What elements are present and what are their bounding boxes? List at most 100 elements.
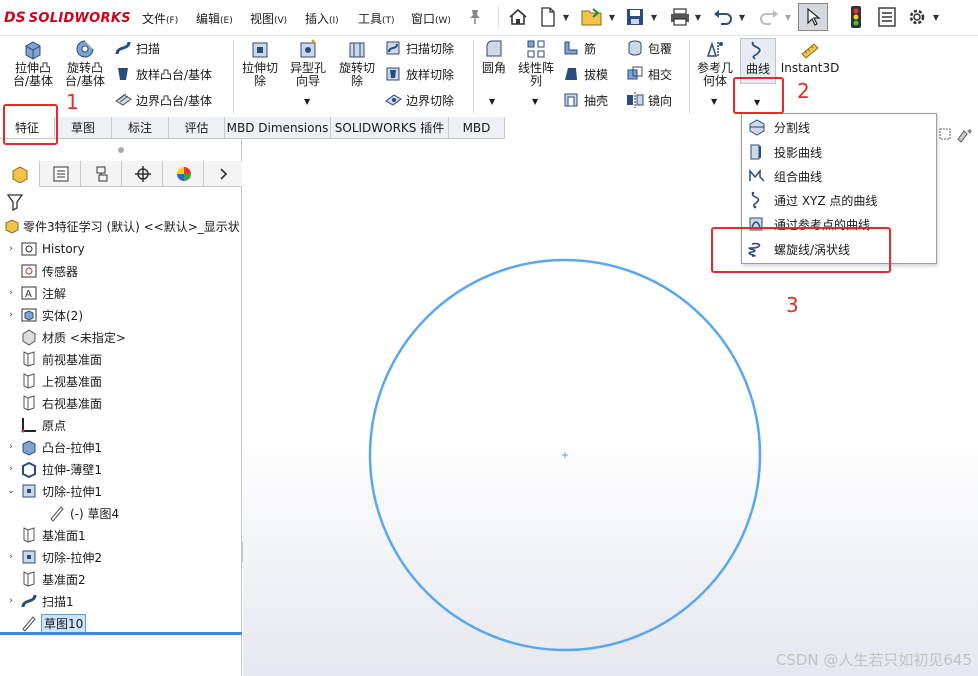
revolve-boss-button[interactable]: 旋转凸台/基体 — [62, 38, 108, 88]
view-tool-icon[interactable] — [956, 127, 974, 143]
open-icon[interactable] — [580, 6, 606, 28]
save-icon[interactable] — [624, 6, 646, 28]
sweep-cut-button[interactable]: 扫描切除 — [384, 38, 454, 58]
dimxpert-manager-tab[interactable] — [123, 161, 163, 187]
filter-icon[interactable] — [6, 193, 24, 211]
menu-view[interactable]: 视图(V) — [250, 10, 287, 27]
select-icon[interactable] — [798, 3, 828, 31]
loft-boss-button[interactable]: 放样凸台/基体 — [114, 64, 212, 84]
mirror-button[interactable]: 镜向 — [626, 90, 672, 110]
intersect-button[interactable]: 相交 — [626, 64, 672, 84]
save-dropdown-caret[interactable]: ▼ — [648, 6, 660, 28]
tree-item[interactable]: › 扫描1 — [6, 591, 73, 611]
tree-item[interactable]: › 凸台-拉伸1 — [6, 437, 102, 457]
loft-cut-button[interactable]: 放样切除 — [384, 64, 454, 84]
traffic-light-icon[interactable] — [846, 6, 866, 28]
hole-wizard-caret[interactable]: ▼ — [304, 97, 310, 106]
zoom-to-fit-icon[interactable] — [938, 127, 952, 141]
property-manager-tab[interactable] — [41, 161, 81, 187]
tree-item[interactable]: › A 注解 — [6, 283, 66, 303]
tree-expand-toggle[interactable]: › — [6, 244, 16, 254]
wrap-button[interactable]: 包覆 — [626, 38, 672, 58]
options-dropdown-caret[interactable]: ▼ — [930, 6, 942, 28]
redo-dropdown-caret[interactable]: ▼ — [782, 6, 794, 28]
hole-wizard-button[interactable]: 异型孔向导 — [286, 38, 330, 88]
tree-item[interactable]: 基准面1 — [6, 525, 86, 545]
menu-tools[interactable]: 工具(T) — [358, 10, 395, 27]
tab-sketch[interactable]: 草图 — [55, 117, 112, 138]
feature-manager-tab[interactable] — [0, 161, 40, 187]
menu-item-composite-curve[interactable]: 组合曲线 — [748, 165, 822, 187]
tree-item[interactable]: 草图10 — [6, 613, 87, 633]
linear-pattern-caret[interactable]: ▼ — [532, 97, 538, 106]
shell-button[interactable]: 抽壳 — [562, 90, 608, 110]
print-dropdown-caret[interactable]: ▼ — [692, 6, 704, 28]
linear-pattern-button[interactable]: 线性阵列 — [514, 38, 558, 88]
tree-item[interactable]: 材质 <未指定> — [6, 327, 126, 347]
tree-expand-toggle[interactable]: › — [6, 464, 16, 474]
menu-insert[interactable]: 插入(I) — [305, 10, 339, 27]
options-gear-icon[interactable] — [906, 6, 928, 28]
menu-item-projected-curve[interactable]: 投影曲线 — [748, 141, 822, 163]
boundary-cut-button[interactable]: 边界切除 — [384, 90, 454, 110]
menu-item-curve-through-xyz[interactable]: 通过 XYZ 点的曲线 — [748, 189, 877, 211]
tree-item[interactable]: 上视基准面 — [6, 371, 102, 391]
configuration-manager-tab[interactable] — [82, 161, 122, 187]
menu-edit[interactable]: 编辑(E) — [196, 10, 233, 27]
new-document-icon[interactable] — [538, 6, 558, 28]
circle-center-point[interactable] — [562, 452, 568, 458]
tree-item[interactable]: 原点 — [6, 415, 66, 435]
pin-icon[interactable] — [466, 6, 484, 28]
revolve-cut-button[interactable]: 旋转切除 — [334, 38, 380, 88]
menu-item-split-line[interactable]: 分割线 — [748, 116, 810, 138]
tree-item[interactable]: (-) 草图4 — [34, 503, 119, 523]
tree-item[interactable]: 基准面2 — [6, 569, 86, 589]
reference-geometry-caret[interactable]: ▼ — [711, 97, 717, 106]
instant3d-button[interactable]: Instant3D — [781, 38, 839, 75]
tree-expand-toggle[interactable]: › — [6, 288, 16, 298]
tree-item[interactable]: › 拉伸-薄壁1 — [6, 459, 102, 479]
tree-expand-toggle[interactable]: › — [6, 310, 16, 320]
tab-mbd[interactable]: MBD — [449, 117, 505, 138]
tree-root-part[interactable]: 零件3特征学习 (默认) <<默认>_显示状 — [4, 217, 242, 235]
menu-window[interactable]: 窗口(W) — [411, 10, 451, 27]
boundary-boss-button[interactable]: 边界凸台/基体 — [114, 90, 212, 110]
menu-file[interactable]: 文件(F) — [142, 10, 178, 27]
tree-item[interactable]: › History — [6, 239, 85, 259]
tab-evaluate[interactable]: 评估 — [169, 117, 225, 138]
tree-expand-toggle[interactable]: › — [6, 552, 16, 562]
tab-markup[interactable]: 标注 — [112, 117, 169, 138]
tree-rollback-bar[interactable] — [0, 632, 242, 635]
panel-grip-handle[interactable] — [118, 147, 124, 153]
undo-dropdown-caret[interactable]: ▼ — [736, 6, 748, 28]
tree-item[interactable]: › 切除-拉伸2 — [6, 547, 102, 567]
extrude-cut-button[interactable]: 拉伸切除 — [238, 38, 282, 88]
file-properties-icon[interactable] — [876, 6, 898, 28]
fillet-caret[interactable]: ▼ — [489, 97, 495, 106]
tree-expand-toggle[interactable]: › — [6, 596, 16, 606]
tree-item[interactable]: › 实体(2) — [6, 305, 83, 325]
extrude-boss-button[interactable]: 拉伸凸台/基体 — [10, 38, 56, 88]
tree-expand-toggle[interactable]: ⌄ — [6, 486, 16, 496]
display-manager-tab[interactable] — [164, 161, 204, 187]
solidworks-logo[interactable]: DS SOLIDWORKS — [4, 8, 131, 28]
home-icon[interactable] — [506, 6, 530, 28]
panel-tabs-more[interactable] — [205, 161, 242, 187]
print-icon[interactable] — [668, 6, 692, 28]
tree-item[interactable]: 前视基准面 — [6, 349, 102, 369]
sweep-button[interactable]: 扫描 — [114, 38, 160, 58]
rib-button[interactable]: 筋 — [562, 38, 596, 58]
tab-mbd-dimensions[interactable]: MBD Dimensions — [225, 117, 331, 138]
tree-expand-toggle[interactable]: › — [6, 442, 16, 452]
redo-icon[interactable] — [758, 6, 780, 28]
tab-solidworks-addins[interactable]: SOLIDWORKS 插件 — [331, 117, 449, 138]
tree-item[interactable]: 右视基准面 — [6, 393, 102, 413]
undo-icon[interactable] — [712, 6, 734, 28]
tree-item[interactable]: 传感器 — [6, 261, 78, 281]
open-dropdown-caret[interactable]: ▼ — [606, 6, 618, 28]
reference-geometry-button[interactable]: 参考几何体 — [694, 38, 736, 88]
draft-button[interactable]: 拔模 — [562, 64, 608, 84]
tree-item[interactable]: ⌄ 切除-拉伸1 — [6, 481, 102, 501]
fillet-button[interactable]: 圆角 — [478, 38, 510, 75]
new-dropdown-caret[interactable]: ▼ — [560, 6, 572, 28]
